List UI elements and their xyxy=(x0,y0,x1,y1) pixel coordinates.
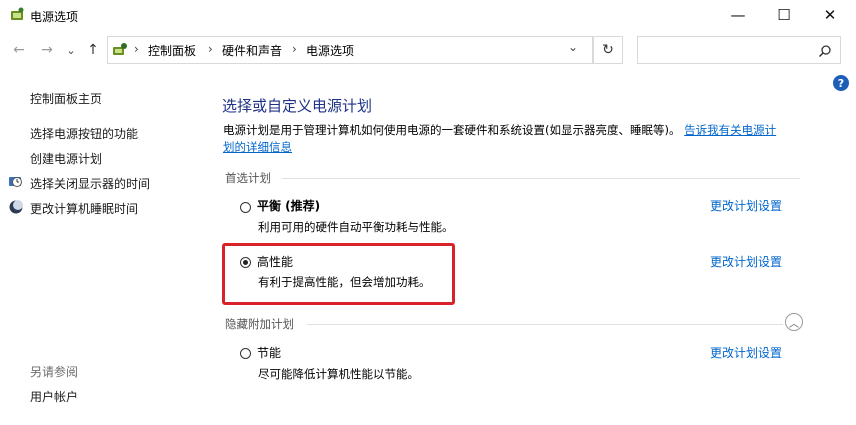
learn-more-link-continued[interactable]: 划的详细信息 xyxy=(223,140,292,154)
minimize-button[interactable]: — xyxy=(715,0,761,30)
breadcrumb-hardware-sound[interactable]: 硬件和声音 xyxy=(222,42,282,59)
breadcrumb-control-panel[interactable]: 控制面板 xyxy=(148,42,196,59)
page-title: 选择或自定义电源计划 xyxy=(222,97,373,115)
power-saver-change-settings-link[interactable]: 更改计划设置 xyxy=(710,344,782,361)
see-also-heading: 另请参阅 xyxy=(30,365,79,379)
breadcrumb-separator: › xyxy=(208,42,213,56)
breadcrumb-separator: › xyxy=(292,42,297,56)
help-icon[interactable]: ? xyxy=(833,75,849,91)
breadcrumb-power-options[interactable]: 电源选项 xyxy=(306,42,354,59)
window-title: 电源选项 xyxy=(30,10,79,24)
address-dropdown-button[interactable]: ⌄ xyxy=(568,40,578,54)
power-options-app-icon xyxy=(9,7,25,23)
balanced-plan-name[interactable]: 平衡 (推荐) xyxy=(257,197,320,214)
balanced-radio[interactable] xyxy=(240,202,251,213)
control-panel-icon xyxy=(112,42,128,58)
sidebar-item-display-off[interactable]: 选择关闭显示器的时间 xyxy=(30,175,150,192)
user-accounts-link[interactable]: 用户帐户 xyxy=(30,388,78,405)
learn-more-link[interactable]: 告诉我有关电源计 xyxy=(684,123,776,137)
back-button[interactable]: ← xyxy=(10,38,28,62)
sidebar-item-create-plan[interactable]: 创建电源计划 xyxy=(30,150,102,167)
up-button[interactable]: ↑ xyxy=(84,38,102,62)
description-text: 电源计划是用于管理计算机如何使用电源的一套硬件和系统设置(如显示器亮度、睡眠等)… xyxy=(223,123,681,137)
recent-locations-dropdown[interactable]: ⌄ xyxy=(62,38,80,62)
breadcrumb-separator: › xyxy=(134,42,139,56)
high-performance-change-settings-link[interactable]: 更改计划设置 xyxy=(710,253,782,270)
control-panel-home-link[interactable]: 控制面板主页 xyxy=(30,90,102,107)
moon-icon xyxy=(8,199,24,215)
refresh-button[interactable]: ↻ xyxy=(593,36,623,64)
balanced-change-settings-link[interactable]: 更改计划设置 xyxy=(710,197,782,214)
power-saver-plan-name[interactable]: 节能 xyxy=(257,344,281,361)
sidebar-item-power-button[interactable]: 选择电源按钮的功能 xyxy=(30,125,138,142)
description: 电源计划是用于管理计算机如何使用电源的一套硬件和系统设置(如显示器亮度、睡眠等)… xyxy=(223,122,808,156)
search-icon[interactable] xyxy=(818,43,832,58)
power-saver-radio[interactable] xyxy=(240,348,251,359)
collapse-chevron-up-icon[interactable]: ︿ xyxy=(785,313,803,331)
sidebar-item-sleep-time[interactable]: 更改计算机睡眠时间 xyxy=(30,200,138,217)
power-saver-plan-desc: 尽可能降低计算机性能以节能。 xyxy=(258,367,419,381)
preferred-plans-label: 首选计划 xyxy=(225,171,271,185)
highlight-box xyxy=(222,243,455,305)
hidden-plans-label: 隐藏附加计划 xyxy=(225,317,294,331)
close-button[interactable]: ✕ xyxy=(807,0,853,30)
forward-button[interactable]: → xyxy=(38,38,56,62)
divider xyxy=(282,178,800,179)
maximize-button[interactable]: ☐ xyxy=(761,0,807,30)
search-input[interactable] xyxy=(637,36,841,64)
monitor-clock-icon xyxy=(8,174,24,190)
divider xyxy=(307,324,783,325)
balanced-plan-desc: 利用可用的硬件自动平衡功耗与性能。 xyxy=(258,220,454,234)
